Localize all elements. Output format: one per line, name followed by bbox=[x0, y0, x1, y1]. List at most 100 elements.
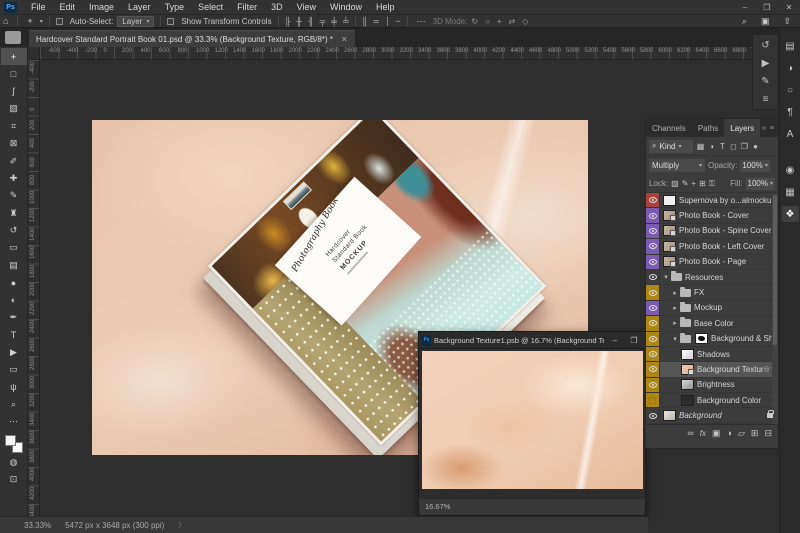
visibility-toggle[interactable] bbox=[646, 193, 660, 207]
minimize-button[interactable]: – bbox=[734, 0, 756, 14]
filter-smart-objects-icon[interactable]: ❐ bbox=[739, 140, 750, 153]
blur-tool[interactable]: ● bbox=[1, 274, 27, 291]
close-button[interactable]: ✕ bbox=[778, 0, 800, 14]
history-panel-icon[interactable]: ↺ bbox=[755, 37, 776, 53]
lock-image-icon[interactable]: ✎ bbox=[682, 179, 689, 189]
lock-transparency-icon[interactable]: ▨ bbox=[671, 179, 679, 189]
rectangle-tool[interactable]: ▭ bbox=[1, 361, 27, 378]
visibility-toggle[interactable] bbox=[646, 347, 660, 361]
visibility-toggle[interactable] bbox=[646, 408, 660, 422]
ruler-corner[interactable] bbox=[28, 47, 40, 60]
lock-artboard-icon[interactable]: ⊞ bbox=[699, 179, 706, 189]
layer-thumbnail[interactable] bbox=[663, 210, 676, 221]
brush-tool[interactable]: ✎ bbox=[1, 187, 27, 204]
floating-zoom-level[interactable]: 16.67% bbox=[425, 502, 450, 511]
layers-scrollbar[interactable] bbox=[772, 193, 778, 424]
add-layer-mask-button[interactable]: ▣ bbox=[712, 428, 721, 439]
filter-pixel-layers-icon[interactable]: ▦ bbox=[695, 140, 706, 153]
lock-position-icon[interactable]: + bbox=[691, 179, 696, 189]
discover-panel-icon[interactable]: ○ bbox=[782, 82, 799, 98]
layer-row[interactable]: Photo Book - Left Cover bbox=[646, 239, 778, 254]
layer-name[interactable]: Background & Shadows bbox=[711, 334, 775, 343]
layer-row[interactable]: ▸FX bbox=[646, 285, 778, 300]
color-swatches[interactable] bbox=[4, 434, 24, 454]
layer-row[interactable]: Background Texture◎▾ bbox=[646, 362, 778, 377]
home-icon[interactable]: ⌂ bbox=[0, 16, 11, 26]
menu-layer[interactable]: Layer bbox=[121, 0, 158, 14]
filter-shape-layers-icon[interactable]: ◻ bbox=[728, 140, 739, 153]
dodge-tool[interactable]: ◐ bbox=[1, 291, 27, 308]
layer-effects-button[interactable]: fx bbox=[700, 429, 706, 438]
new-adjustment-layer-button[interactable]: ◑ bbox=[727, 428, 732, 438]
adjustments-panel-icon[interactable]: ◑ bbox=[782, 60, 799, 76]
caret-closed-icon[interactable]: ▸ bbox=[671, 289, 679, 297]
auto-select-target-dropdown[interactable]: Layer ▾ bbox=[117, 16, 154, 27]
3d-scale-icon[interactable]: ◇ bbox=[522, 17, 528, 26]
layers-panel-icon[interactable]: ❖ bbox=[782, 206, 799, 222]
layer-thumbnail[interactable] bbox=[681, 349, 694, 360]
menu-file[interactable]: File bbox=[24, 0, 53, 14]
brush-settings-panel-icon[interactable]: ✎ bbox=[755, 73, 776, 89]
scrollbar-thumb[interactable] bbox=[773, 195, 777, 345]
3d-roll-icon[interactable]: ○ bbox=[485, 17, 490, 26]
layer-name[interactable]: Mockup bbox=[694, 303, 775, 312]
actions-panel-icon[interactable]: ▶ bbox=[755, 55, 776, 71]
align-vertical-centers-icon[interactable]: ╪ bbox=[331, 17, 337, 26]
horizontal-ruler[interactable]: -600-400-2000200400600800100012001400160… bbox=[40, 47, 752, 60]
tool-presets-panel-icon[interactable]: ≡ bbox=[755, 91, 776, 107]
visibility-toggle[interactable] bbox=[646, 224, 660, 238]
status-options-chevron[interactable]: 〉 bbox=[178, 520, 185, 530]
layer-row[interactable]: Shadows bbox=[646, 347, 778, 362]
document-tab[interactable]: Hardcover Standard Portrait Book 01.psd … bbox=[29, 30, 355, 47]
caret-open-icon[interactable]: ▾ bbox=[662, 273, 670, 281]
layer-name[interactable]: Resources bbox=[685, 273, 775, 282]
link-layers-button[interactable]: ∞ bbox=[687, 428, 693, 438]
hand-tool[interactable]: ψ bbox=[1, 378, 27, 395]
menu-view[interactable]: View bbox=[290, 0, 323, 14]
visibility-toggle[interactable] bbox=[646, 285, 660, 299]
distribute-spacing-v-icon[interactable]: ┄ bbox=[396, 17, 401, 26]
pen-tool[interactable]: ✒ bbox=[1, 309, 27, 326]
align-horizontal-centers-icon[interactable]: ╫ bbox=[296, 17, 302, 26]
visibility-toggle[interactable] bbox=[646, 393, 660, 407]
layer-name[interactable]: Photo Book - Left Cover bbox=[679, 242, 775, 251]
maximize-window-button[interactable]: ❐ bbox=[626, 334, 642, 347]
distribute-vertical-icon[interactable]: ═ bbox=[373, 17, 379, 26]
layer-row[interactable]: Photo Book - Cover bbox=[646, 208, 778, 223]
caret-closed-icon[interactable]: ▸ bbox=[671, 319, 679, 327]
crop-tool[interactable]: ⌗ bbox=[1, 118, 27, 135]
3d-slide-icon[interactable]: ⇄ bbox=[509, 17, 516, 26]
opacity-field[interactable]: 100% ▾ bbox=[740, 160, 769, 172]
caret-closed-icon[interactable]: ▸ bbox=[671, 304, 679, 312]
move-tool[interactable]: + bbox=[1, 48, 27, 65]
align-right-edges-icon[interactable]: ╢ bbox=[308, 17, 314, 26]
close-tab-icon[interactable]: ✕ bbox=[341, 35, 348, 44]
visibility-toggle[interactable] bbox=[646, 332, 660, 346]
layer-row[interactable]: Supernova by o...almockups.com bbox=[646, 193, 778, 208]
eyedropper-tool[interactable]: ✐ bbox=[1, 152, 27, 169]
floating-document-window[interactable]: Ps Background Texture1.psb @ 16.7% (Back… bbox=[418, 331, 646, 516]
path-selection-tool[interactable]: ▶ bbox=[1, 344, 27, 361]
layer-row[interactable]: Background bbox=[646, 408, 778, 423]
workspace-icon[interactable]: ▣ bbox=[758, 16, 773, 27]
history-brush-tool[interactable]: ↺ bbox=[1, 222, 27, 239]
search-icon[interactable]: ⌕ bbox=[739, 16, 750, 27]
layer-thumbnail[interactable] bbox=[663, 410, 676, 421]
layer-row[interactable]: Background Color bbox=[646, 393, 778, 408]
smart-filter-icon[interactable]: ◎ bbox=[763, 365, 769, 373]
frame-tool[interactable]: ⊠ bbox=[1, 135, 27, 152]
lasso-tool[interactable]: ʃ bbox=[1, 83, 27, 100]
layer-row[interactable]: Photo Book - Spine Cover bbox=[646, 224, 778, 239]
vector-mask-thumbnail[interactable] bbox=[695, 333, 708, 344]
zoom-tool[interactable]: ⌕ bbox=[1, 396, 27, 413]
layer-name[interactable]: Background bbox=[679, 411, 767, 420]
menu-filter[interactable]: Filter bbox=[230, 0, 264, 14]
menu-help[interactable]: Help bbox=[369, 0, 402, 14]
filter-type-layers-icon[interactable]: T bbox=[717, 140, 728, 153]
foreground-color-swatch[interactable] bbox=[5, 435, 16, 446]
restore-button[interactable]: ❐ bbox=[756, 0, 778, 14]
align-left-edges-icon[interactable]: ╟ bbox=[285, 17, 291, 26]
panel-menu-icon[interactable]: ≡ bbox=[770, 125, 774, 132]
layer-thumbnail[interactable] bbox=[663, 256, 676, 267]
layer-name[interactable]: Background Color bbox=[697, 396, 775, 405]
